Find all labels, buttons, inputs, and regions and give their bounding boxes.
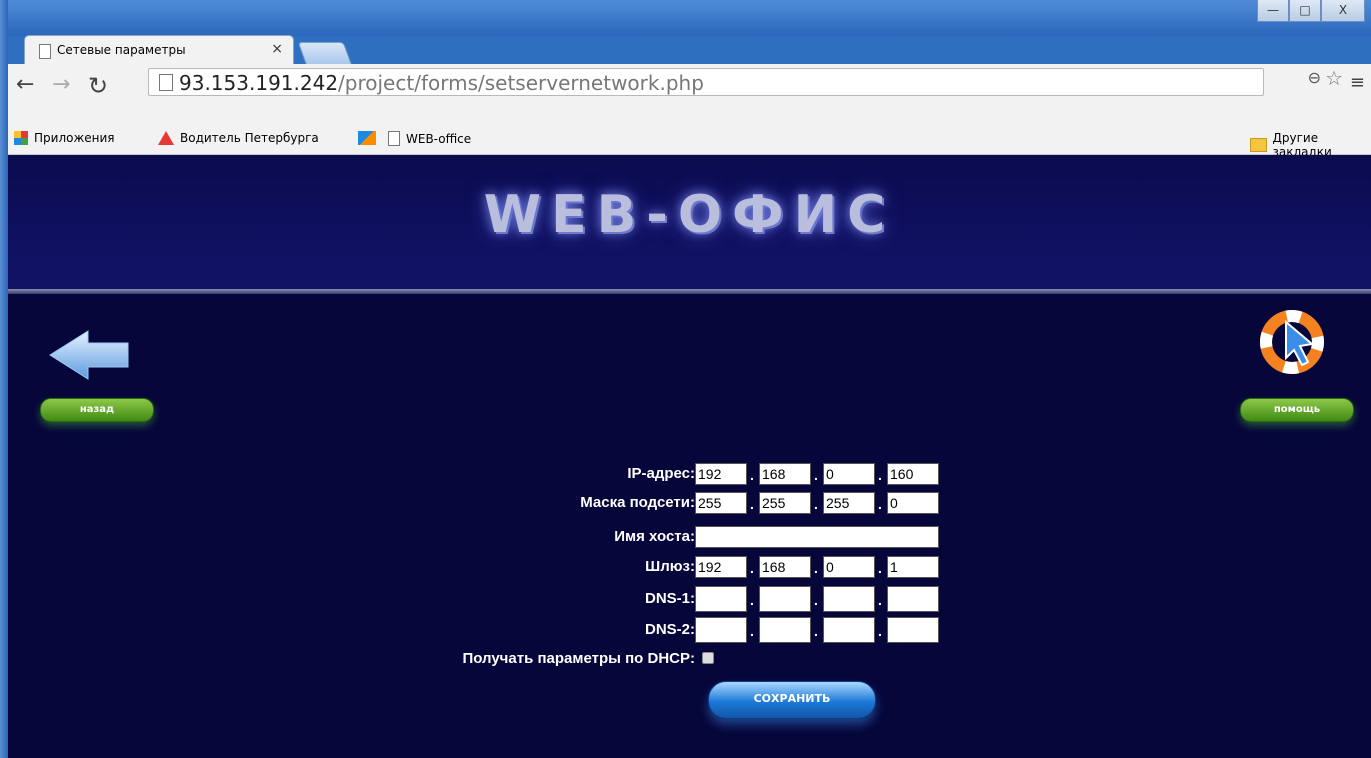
tab-close-icon[interactable]: × (271, 41, 283, 57)
dns1-octet-3[interactable] (823, 586, 875, 612)
hostname-label: Имя хоста: (614, 528, 695, 545)
dns1-octet-4[interactable] (887, 586, 939, 612)
help-lifebuoy-icon[interactable] (1260, 310, 1326, 374)
dns1-octet-2[interactable] (759, 586, 811, 612)
separator: . (878, 623, 882, 639)
dns1-label: DNS-1: (644, 590, 695, 607)
ip-octet-1[interactable] (695, 463, 747, 485)
separator: . (814, 467, 818, 483)
dhcp-label: Получать параметры по DHCP: (462, 650, 695, 667)
hostname-input[interactable] (695, 526, 939, 548)
header-divider (8, 289, 1371, 294)
separator: . (878, 592, 882, 608)
dns2-octet-4[interactable] (887, 617, 939, 643)
bookmark-chart[interactable] (358, 131, 376, 145)
browser-window: — □ X Сетевые параметры × ← → ↻ 93.153.1… (0, 0, 1371, 758)
separator: . (814, 623, 818, 639)
ip-octet-2[interactable] (759, 463, 811, 485)
tab-title: Сетевые параметры (57, 43, 186, 57)
ip-octet-4[interactable] (887, 463, 939, 485)
gateway-octet-4[interactable] (887, 556, 939, 578)
minimize-button[interactable]: — (1257, 0, 1289, 22)
separator: . (878, 560, 882, 576)
separator: . (814, 592, 818, 608)
separator: . (878, 467, 882, 483)
dns2-octet-2[interactable] (759, 617, 811, 643)
reload-icon[interactable]: ↻ (88, 72, 108, 100)
ip-octet-3[interactable] (823, 463, 875, 485)
window-controls: — □ X (1257, 0, 1365, 22)
page-content: WEB-ОФИС назад помощь IP-адрес: . . (8, 155, 1371, 758)
browser-tab[interactable]: Сетевые параметры × (24, 35, 294, 65)
bookmark-apps[interactable]: Приложения (14, 131, 115, 145)
bookmarks-bar: Приложения Водитель Петербурга WEB-offic… (8, 124, 1371, 159)
chart-icon (358, 131, 376, 145)
forward-arrow-icon[interactable]: → (52, 72, 70, 97)
mask-octet-2[interactable] (759, 492, 811, 514)
bookmark-driver-label: Водитель Петербурга (180, 131, 319, 145)
separator: . (878, 496, 882, 512)
site-logo: WEB-ОФИС (483, 185, 896, 245)
mask-octet-4[interactable] (887, 492, 939, 514)
help-button[interactable]: помощь (1240, 398, 1354, 422)
bookmark-star-icon[interactable]: ☆ (1325, 66, 1343, 90)
bookmark-driver-spb[interactable]: Водитель Петербурга (158, 131, 319, 145)
separator: . (750, 467, 754, 483)
ip-label: IP-адрес: (627, 465, 695, 482)
gateway-octet-1[interactable] (695, 556, 747, 578)
new-tab-button[interactable] (297, 42, 353, 66)
url-text: 93.153.191.242/project/forms/setserverne… (179, 71, 704, 95)
dns2-label: DNS-2: (644, 621, 695, 638)
gateway-octet-2[interactable] (759, 556, 811, 578)
bookmark-web-office[interactable]: WEB-office (388, 131, 471, 146)
title-bar: — □ X (0, 0, 1371, 36)
url-host: 93.153.191.242 (179, 71, 339, 95)
gateway-label: Шлюз: (645, 558, 695, 575)
save-button[interactable]: СОХРАНИТЬ (708, 681, 876, 719)
zoom-icon[interactable]: ⊖ (1308, 68, 1321, 87)
url-path: /project/forms/setservernetwork.php (338, 71, 704, 95)
page-icon (39, 44, 51, 59)
maximize-button[interactable]: □ (1289, 0, 1321, 22)
mask-octet-1[interactable] (695, 492, 747, 514)
warning-icon (158, 131, 174, 145)
separator: . (750, 496, 754, 512)
address-bar[interactable]: 93.153.191.242/project/forms/setserverne… (148, 68, 1264, 96)
page-icon (388, 131, 400, 146)
page-info-icon (159, 74, 173, 91)
bookmark-apps-label: Приложения (34, 131, 115, 145)
separator: . (814, 560, 818, 576)
close-window-button[interactable]: X (1321, 0, 1365, 22)
dhcp-checkbox[interactable] (702, 652, 714, 664)
bookmark-web-office-label: WEB-office (406, 131, 472, 146)
mask-label: Маска подсети: (580, 494, 695, 511)
dns2-octet-3[interactable] (823, 617, 875, 643)
separator: . (814, 496, 818, 512)
separator: . (750, 592, 754, 608)
window-border (0, 0, 8, 758)
browser-toolbar: ← → ↻ 93.153.191.242/project/forms/setse… (8, 64, 1371, 126)
back-arrow-icon[interactable] (48, 329, 132, 381)
menu-icon[interactable]: ≡ (1350, 72, 1365, 93)
apps-grid-icon (14, 131, 28, 145)
mask-octet-3[interactable] (823, 492, 875, 514)
dns2-octet-1[interactable] (695, 617, 747, 643)
folder-icon (1250, 138, 1267, 152)
back-arrow-icon[interactable]: ← (16, 72, 34, 97)
dns1-octet-1[interactable] (695, 586, 747, 612)
separator: . (750, 560, 754, 576)
page-header: WEB-ОФИС (8, 155, 1371, 292)
gateway-octet-3[interactable] (823, 556, 875, 578)
separator: . (750, 623, 754, 639)
back-button[interactable]: назад (40, 398, 154, 422)
